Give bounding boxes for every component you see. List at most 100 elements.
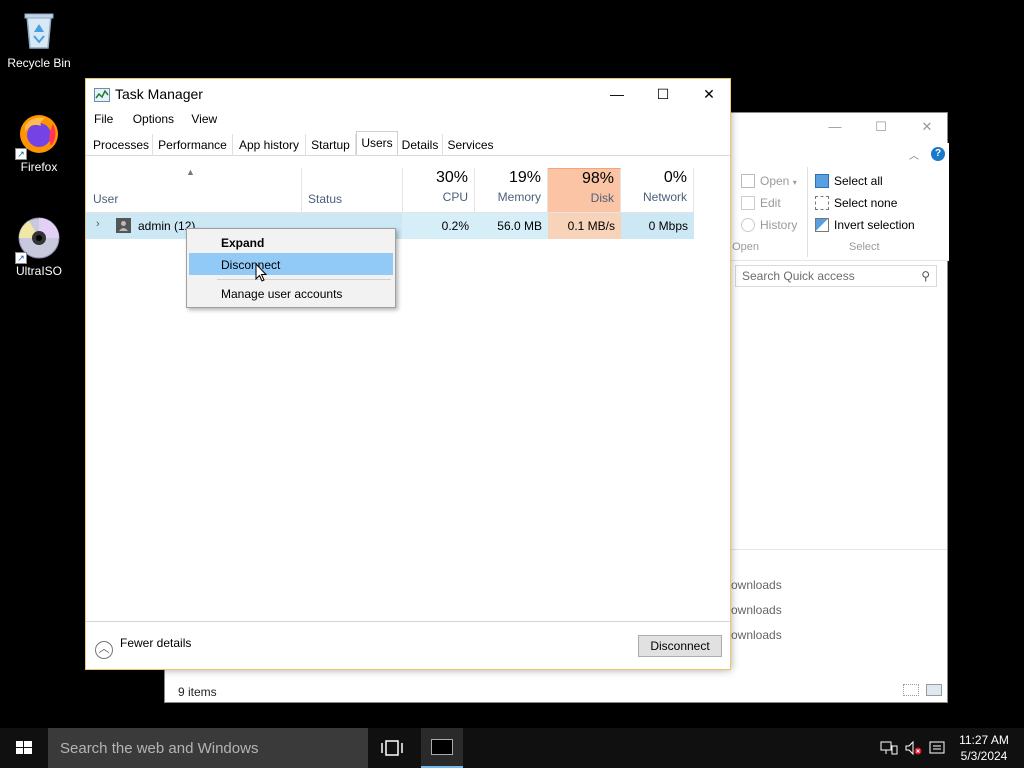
column-header-network[interactable]: 0% Network [621,168,694,212]
console-app-icon [431,739,453,755]
tab-users[interactable]: Users [356,131,398,155]
system-clock[interactable]: 11:27 AM 5/3/2024 [952,732,1016,764]
explorer-titlebar: — ☐ ✕ [731,113,949,143]
context-menu-manage-user-accounts[interactable]: Manage user accounts [189,282,393,304]
details-view-icon[interactable] [903,684,919,696]
column-header-disk[interactable]: 98% Disk [548,168,621,212]
list-item[interactable]: ownloads [731,578,782,592]
task-manager-titlebar[interactable]: Task Manager — ☐ ✕ [86,79,730,109]
action-center-icon[interactable] [928,740,946,756]
shortcut-arrow-icon: ↗ [15,148,27,160]
shortcut-arrow-icon: ↗ [15,252,27,264]
help-icon[interactable]: ? [931,147,945,161]
disk-percent: 98% [581,170,614,187]
desktop-icon-label: UltraISO [15,264,62,278]
list-item[interactable]: ownloads [731,603,782,617]
ribbon-history-button[interactable]: History [741,218,797,232]
taskbar: Search the web and Windows 11:27 AM 5/3/… [0,728,1024,768]
context-menu: Expand Disconnect Manage user accounts [186,228,396,308]
memory-value: 56.0 MB [497,219,542,233]
task-view-icon[interactable] [378,738,406,758]
context-menu-expand[interactable]: Expand [189,231,393,253]
close-icon[interactable]: ✕ [917,119,937,135]
menu-options[interactable]: Options [125,109,174,126]
ribbon-select-none-button[interactable]: Select none [815,196,897,210]
minimize-icon[interactable]: — [825,119,845,135]
context-menu-separator [217,279,391,280]
taskbar-app-task-manager[interactable] [421,728,463,768]
column-header-user[interactable]: User [93,192,118,206]
explorer-divider [731,549,947,550]
network-label: Network [642,190,687,204]
explorer-search-input[interactable]: Search Quick access ⚲ [735,265,937,287]
disk-value: 0.1 MB/s [567,219,615,233]
menu-bar: File Options View [86,109,219,131]
ribbon-select-all-button[interactable]: Select all [815,174,883,188]
volume-muted-icon[interactable] [904,740,922,756]
desktop-icon-firefox[interactable]: ↗ Firefox [1,112,77,174]
column-header-status[interactable]: Status [308,192,342,206]
ribbon-open-button[interactable]: Open ▾ [741,174,797,188]
task-manager-icon [94,88,110,102]
large-icons-view-icon[interactable] [926,684,942,696]
window-title: Task Manager [115,86,203,102]
tab-app-history[interactable]: App history [233,134,306,156]
minimize-button[interactable]: — [594,79,640,109]
column-header-memory[interactable]: 19% Memory [475,168,548,212]
tab-services[interactable]: Services [443,134,498,156]
disk-label: Disk [590,191,614,205]
clock-date: 5/3/2024 [960,749,1008,763]
memory-label: Memory [497,190,541,204]
maximize-icon[interactable]: ☐ [871,119,891,135]
tab-processes[interactable]: Processes [90,134,153,156]
cpu-percent: 30% [435,169,468,186]
search-icon: ⚲ [921,269,930,283]
explorer-ribbon: ︿ ? Open ▾ Edit History Open Select all … [731,143,949,261]
cpu-value: 0.2% [441,219,469,233]
ribbon-group-select-label: Select [849,241,880,253]
select-none-icon [815,196,829,210]
desktop-icon-ultraiso[interactable]: ↗ UltraISO [1,216,77,278]
select-all-icon [815,174,829,188]
menu-view[interactable]: View [183,109,217,126]
menu-file[interactable]: File [86,109,113,126]
footer-divider [86,621,730,622]
open-icon [741,174,755,188]
taskbar-search-input[interactable]: Search the web and Windows [48,728,368,768]
disconnect-button[interactable]: Disconnect [638,635,722,657]
tab-performance[interactable]: Performance [153,134,233,156]
clock-time: 11:27 AM [959,733,1009,747]
cpu-label: CPU [442,190,468,204]
maximize-button[interactable]: ☐ [640,79,686,109]
network-percent: 0% [663,169,687,186]
ribbon-invert-selection-button[interactable]: Invert selection [815,218,915,232]
desktop-icon-label: Firefox [20,160,58,174]
task-manager-window[interactable]: Task Manager — ☐ ✕ File Options View Pro… [85,78,731,670]
recycle-bin-icon [17,8,61,52]
context-menu-disconnect[interactable]: Disconnect [189,253,393,275]
column-header-cpu[interactable]: 30% CPU [402,168,475,212]
firefox-icon: ↗ [15,112,61,160]
mouse-cursor-icon [255,262,269,283]
sort-ascending-icon: ▲ [186,167,195,177]
fewer-details-link[interactable]: ︿ Fewer details [95,636,191,659]
ribbon-collapse-icon[interactable]: ︿ [909,147,919,162]
tab-startup[interactable]: Startup [306,134,356,156]
desktop-icon-label: Recycle Bin [7,56,71,70]
invert-selection-icon [815,218,829,232]
close-button[interactable]: ✕ [686,79,732,109]
desktop-icon-recycle-bin[interactable]: Recycle Bin [1,8,77,70]
start-button[interactable] [0,728,48,768]
memory-percent: 19% [508,169,541,186]
column-divider [301,168,302,212]
tab-details[interactable]: Details [398,134,443,156]
expand-chevron-icon[interactable]: › [96,218,100,230]
network-icon[interactable] [880,740,898,756]
user-avatar-icon [116,218,131,233]
ribbon-edit-button[interactable]: Edit [741,196,781,210]
list-item[interactable]: ownloads [731,628,782,642]
explorer-status-items: 9 items [178,685,217,699]
ribbon-divider [807,167,808,257]
history-icon [741,218,755,232]
network-value: 0 Mbps [648,219,688,233]
